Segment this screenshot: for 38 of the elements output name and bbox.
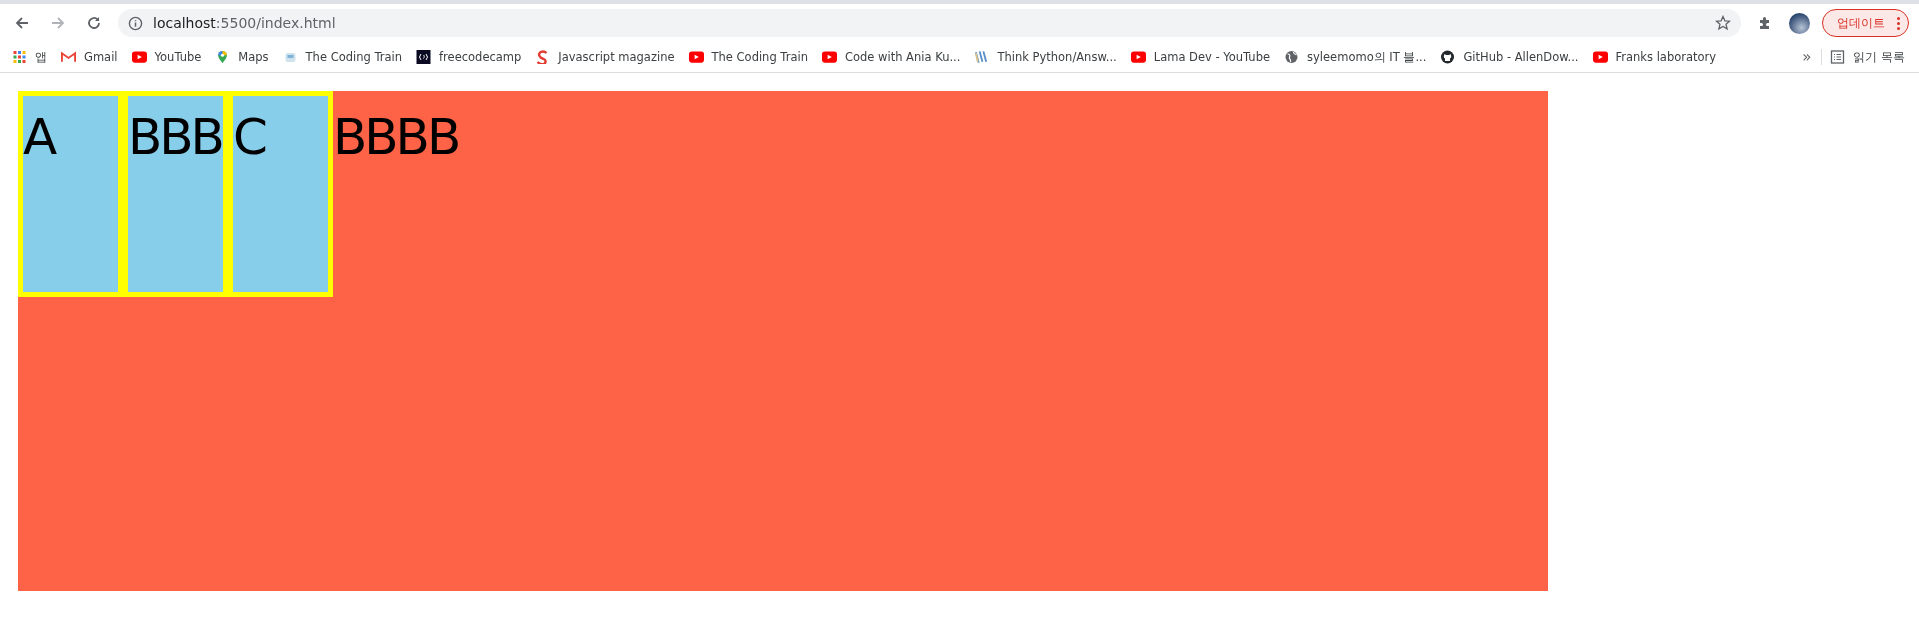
bookmark[interactable]: Code with Ania Ku... <box>821 50 961 64</box>
play-icon <box>1130 50 1146 64</box>
box-text: A <box>23 112 56 162</box>
bookmark[interactable]: Think Python/Answ... <box>974 50 1117 64</box>
octocat-icon <box>1440 50 1456 64</box>
bookmark[interactable]: syleemomo의 IT 블... <box>1284 49 1427 65</box>
reading-list[interactable]: 읽기 목록 <box>1830 49 1905 65</box>
star-icon[interactable] <box>1715 15 1731 31</box>
more-bookmarks-button[interactable]: » <box>1800 48 1814 66</box>
box-text: BBB <box>128 112 223 162</box>
books-icon <box>974 50 990 64</box>
bookmark[interactable]: GitHub - AllenDow... <box>1440 50 1579 64</box>
fire-icon <box>416 50 432 64</box>
bookmark[interactable]: Franks laboratory <box>1592 50 1717 64</box>
bookmark[interactable]: Javascript magazine <box>535 50 675 64</box>
envelope-icon <box>61 50 76 64</box>
bookmark[interactable]: Gmail <box>61 50 118 64</box>
bookmark[interactable]: Lama Dev - YouTube <box>1130 50 1271 64</box>
apps-grid-icon <box>12 50 27 64</box>
bookmark[interactable]: YouTube <box>131 50 202 64</box>
play-icon <box>688 50 704 64</box>
bookmark[interactable]: freecodecamp <box>416 50 522 64</box>
play-icon <box>1592 50 1608 64</box>
play-icon <box>821 50 837 64</box>
box-text: C <box>233 112 267 162</box>
bookmark[interactable]: The Coding Train <box>688 50 808 64</box>
globe-icon <box>1284 50 1300 64</box>
avatar-icon[interactable] <box>1789 12 1810 34</box>
kebab-icon[interactable] <box>1897 16 1900 30</box>
bookmark[interactable]: The Coding Train <box>282 50 403 64</box>
address-bar[interactable]: localhost:5500/index.html <box>118 9 1741 37</box>
overflow-text: BBBB <box>333 112 459 162</box>
list-icon <box>1830 50 1846 64</box>
play-icon <box>131 50 147 64</box>
bookmark[interactable]: 앱 <box>12 49 47 65</box>
bookmark[interactable]: Maps <box>215 50 269 64</box>
update-button[interactable]: 업데이트 <box>1822 9 1909 37</box>
info-icon[interactable] <box>128 15 143 31</box>
